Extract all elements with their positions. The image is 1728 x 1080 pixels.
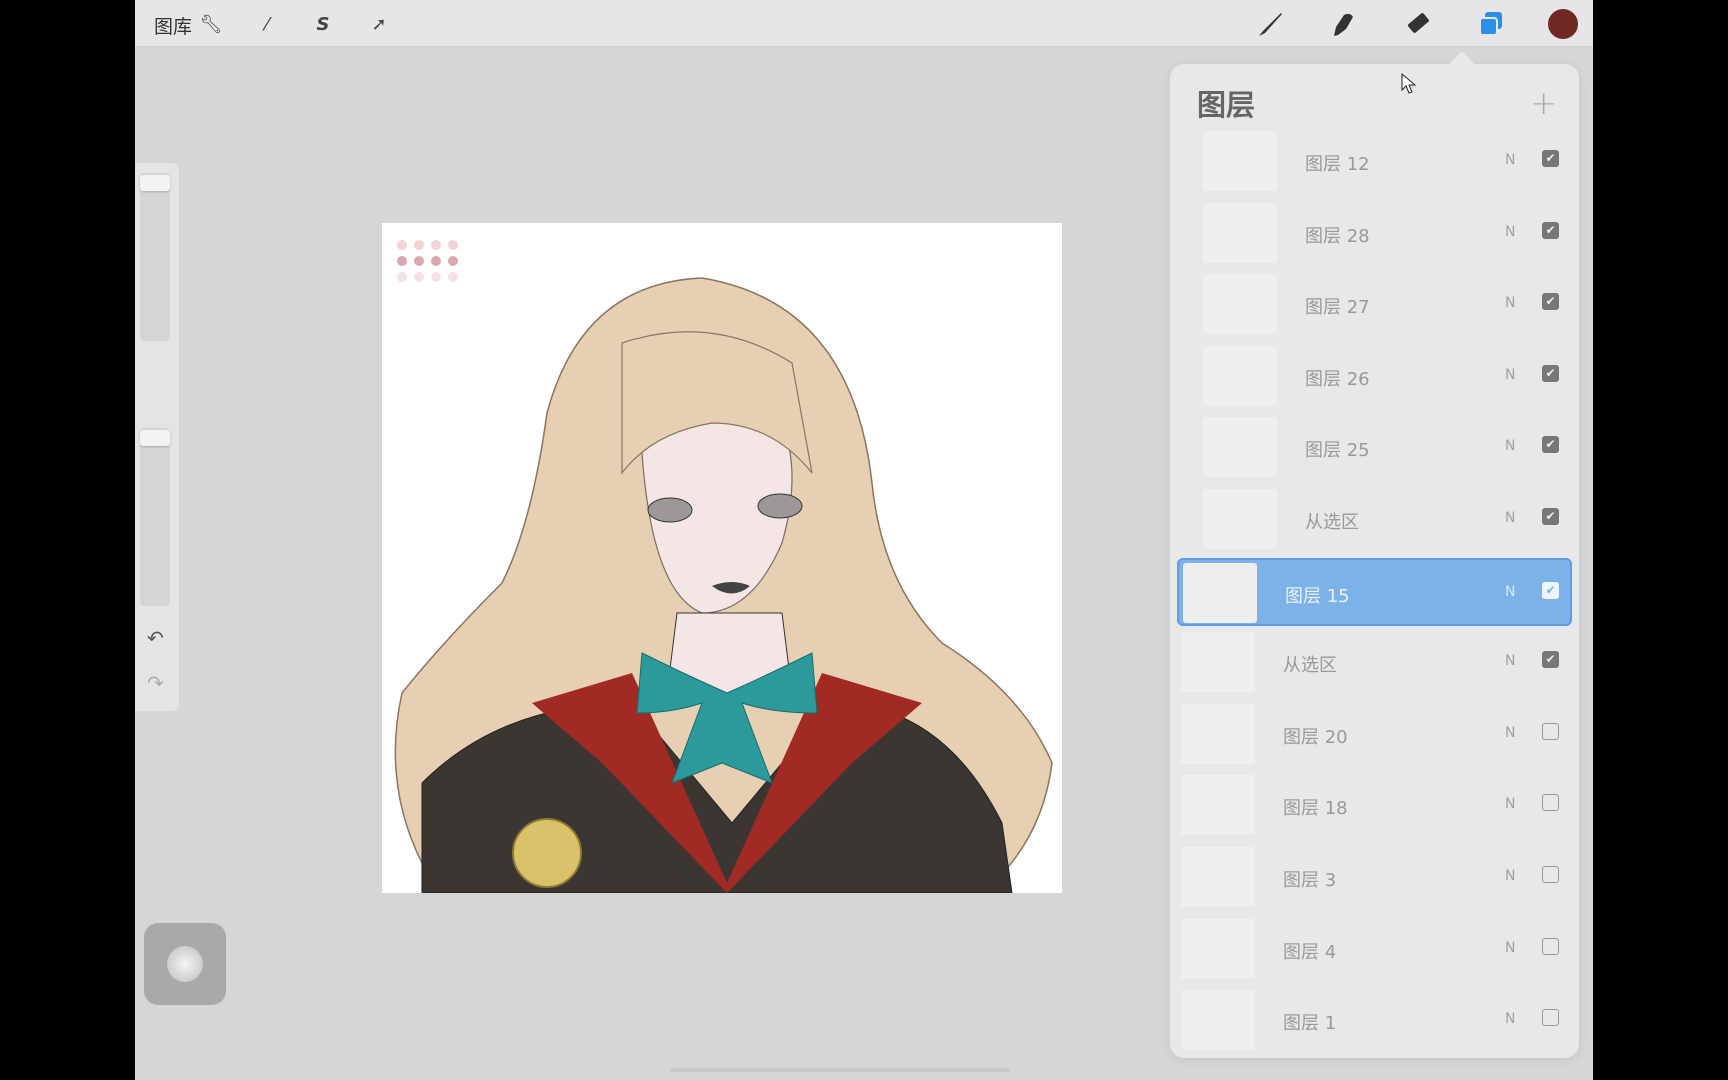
blend-mode-button[interactable]: N	[1505, 796, 1515, 812]
visibility-checkbox[interactable]	[1542, 1009, 1559, 1027]
layer-name: 图层 20	[1283, 726, 1348, 748]
gallery-button[interactable]: 图库	[154, 12, 192, 39]
blend-mode-button[interactable]: N	[1505, 152, 1515, 168]
layer-thumbnail[interactable]	[1181, 703, 1255, 764]
mouse-cursor-icon	[1401, 73, 1417, 94]
drawing-canvas[interactable]	[382, 223, 1062, 893]
layer-row[interactable]: 从选区 N ✔	[1177, 629, 1572, 697]
layer-name: 图层 25	[1305, 440, 1370, 462]
transform-arrow-icon[interactable]: ➚	[363, 8, 395, 40]
layer-thumbnail[interactable]	[1181, 775, 1255, 836]
layer-name: 从选区	[1283, 655, 1337, 677]
layer-row[interactable]: 图层 12 N ✔	[1177, 128, 1572, 196]
layer-name: 图层 15	[1285, 585, 1350, 607]
artwork-illustration	[394, 240, 1053, 893]
brush-icon[interactable]	[1252, 6, 1288, 42]
visibility-checkbox[interactable]: ✔	[1542, 651, 1559, 669]
blend-mode-button[interactable]: N	[1505, 868, 1515, 884]
blend-mode-button[interactable]: N	[1505, 367, 1515, 383]
left-sidebar: ↶ ↷	[135, 163, 179, 711]
opacity-slider[interactable]	[140, 428, 170, 606]
layer-row[interactable]: 图层 20 N	[1177, 701, 1572, 769]
blend-mode-button[interactable]: N	[1505, 295, 1515, 311]
add-layer-button[interactable]: +	[1530, 84, 1557, 122]
visibility-checkbox[interactable]: ✔	[1542, 221, 1559, 239]
visibility-checkbox[interactable]: ✔	[1542, 508, 1559, 525]
layer-name: 图层 3	[1283, 870, 1337, 891]
blend-mode-button[interactable]: N	[1505, 224, 1515, 240]
layer-thumbnail[interactable]	[1181, 990, 1255, 1051]
layer-name: 从选区	[1305, 512, 1359, 533]
visibility-checkbox[interactable]	[1542, 937, 1559, 955]
home-indicator	[670, 1068, 1010, 1072]
layer-name: 图层 18	[1283, 798, 1348, 820]
layer-thumbnail[interactable]	[1203, 345, 1277, 406]
layer-row[interactable]: 图层 25 N ✔	[1177, 414, 1572, 482]
layer-row[interactable]: 从选区 N ✔	[1177, 486, 1572, 554]
layer-name: 图层 26	[1305, 368, 1370, 390]
blend-mode-button[interactable]: N	[1505, 584, 1515, 600]
smudge-icon[interactable]	[1325, 6, 1361, 42]
quick-menu-button[interactable]	[144, 923, 226, 1005]
layer-row[interactable]: 图层 26 N ✔	[1177, 343, 1572, 411]
visibility-checkbox[interactable]	[1542, 866, 1559, 883]
layer-name: 图层 4	[1283, 941, 1337, 963]
blend-mode-button[interactable]: N	[1505, 653, 1515, 669]
layer-row[interactable]: 图层 27 N ✔	[1177, 271, 1572, 339]
layer-thumbnail[interactable]	[1203, 489, 1277, 549]
color-swatch[interactable]	[1545, 6, 1581, 42]
layer-name: 图层 1	[1283, 1013, 1337, 1035]
visibility-checkbox[interactable]: ✔	[1542, 581, 1559, 599]
blend-mode-button[interactable]: N	[1505, 438, 1515, 454]
layer-thumbnail[interactable]	[1181, 632, 1255, 693]
visibility-checkbox[interactable]	[1542, 722, 1559, 740]
blend-mode-button[interactable]: N	[1505, 940, 1515, 956]
layer-thumbnail[interactable]	[1181, 918, 1255, 979]
wrench-icon[interactable]: 🔧︎	[195, 8, 227, 40]
layer-row[interactable]: 图层 4 N	[1177, 916, 1572, 984]
layer-thumbnail[interactable]	[1203, 417, 1277, 478]
layer-thumbnail[interactable]	[1203, 131, 1277, 191]
layers-panel: 图层 + 图层 12 N ✔ 图层 28 N ✔ 图层 27 N ✔ 图层 26…	[1170, 51, 1579, 1058]
visibility-checkbox[interactable]: ✔	[1542, 150, 1559, 167]
layer-row[interactable]: 图层 18 N	[1177, 772, 1572, 840]
visibility-checkbox[interactable]: ✔	[1542, 364, 1559, 382]
brush-size-slider[interactable]	[140, 173, 170, 341]
visibility-checkbox[interactable]	[1542, 794, 1559, 812]
layer-thumbnail[interactable]	[1181, 847, 1255, 907]
visibility-checkbox[interactable]: ✔	[1542, 293, 1559, 311]
layer-row[interactable]: 图层 28 N ✔	[1177, 200, 1572, 268]
layer-row[interactable]: 图层 1 N	[1177, 987, 1572, 1055]
visibility-checkbox[interactable]: ✔	[1542, 436, 1559, 454]
blend-mode-button[interactable]: N	[1505, 725, 1515, 741]
layer-name: 图层 27	[1305, 297, 1370, 319]
layers-icon[interactable]	[1473, 6, 1509, 42]
selection-icon[interactable]: S	[307, 8, 339, 40]
layer-thumbnail[interactable]	[1183, 562, 1257, 623]
layer-name: 图层 28	[1305, 225, 1370, 247]
top-toolbar: 图库 🔧︎ ⁄ S ➚	[135, 0, 1593, 47]
layer-row[interactable]: 图层 15 N ✔	[1177, 557, 1572, 626]
redo-icon[interactable]: ↷	[147, 671, 164, 695]
magic-wand-icon[interactable]: ⁄	[251, 8, 283, 40]
layer-row[interactable]: 图层 3 N	[1177, 844, 1572, 912]
procreate-screen: 图库 🔧︎ ⁄ S ➚ ↶ ↷ 图层 + 图层 12 N ✔ 图层 28 N ✔…	[135, 0, 1593, 1080]
blend-mode-button[interactable]: N	[1505, 1011, 1515, 1027]
eraser-icon[interactable]	[1400, 6, 1436, 42]
undo-icon[interactable]: ↶	[147, 626, 164, 650]
layers-panel-title: 图层	[1197, 88, 1256, 122]
layer-thumbnail[interactable]	[1203, 202, 1277, 263]
blend-mode-button[interactable]: N	[1505, 510, 1515, 526]
layer-name: 图层 12	[1305, 154, 1370, 175]
layer-thumbnail[interactable]	[1203, 274, 1277, 335]
